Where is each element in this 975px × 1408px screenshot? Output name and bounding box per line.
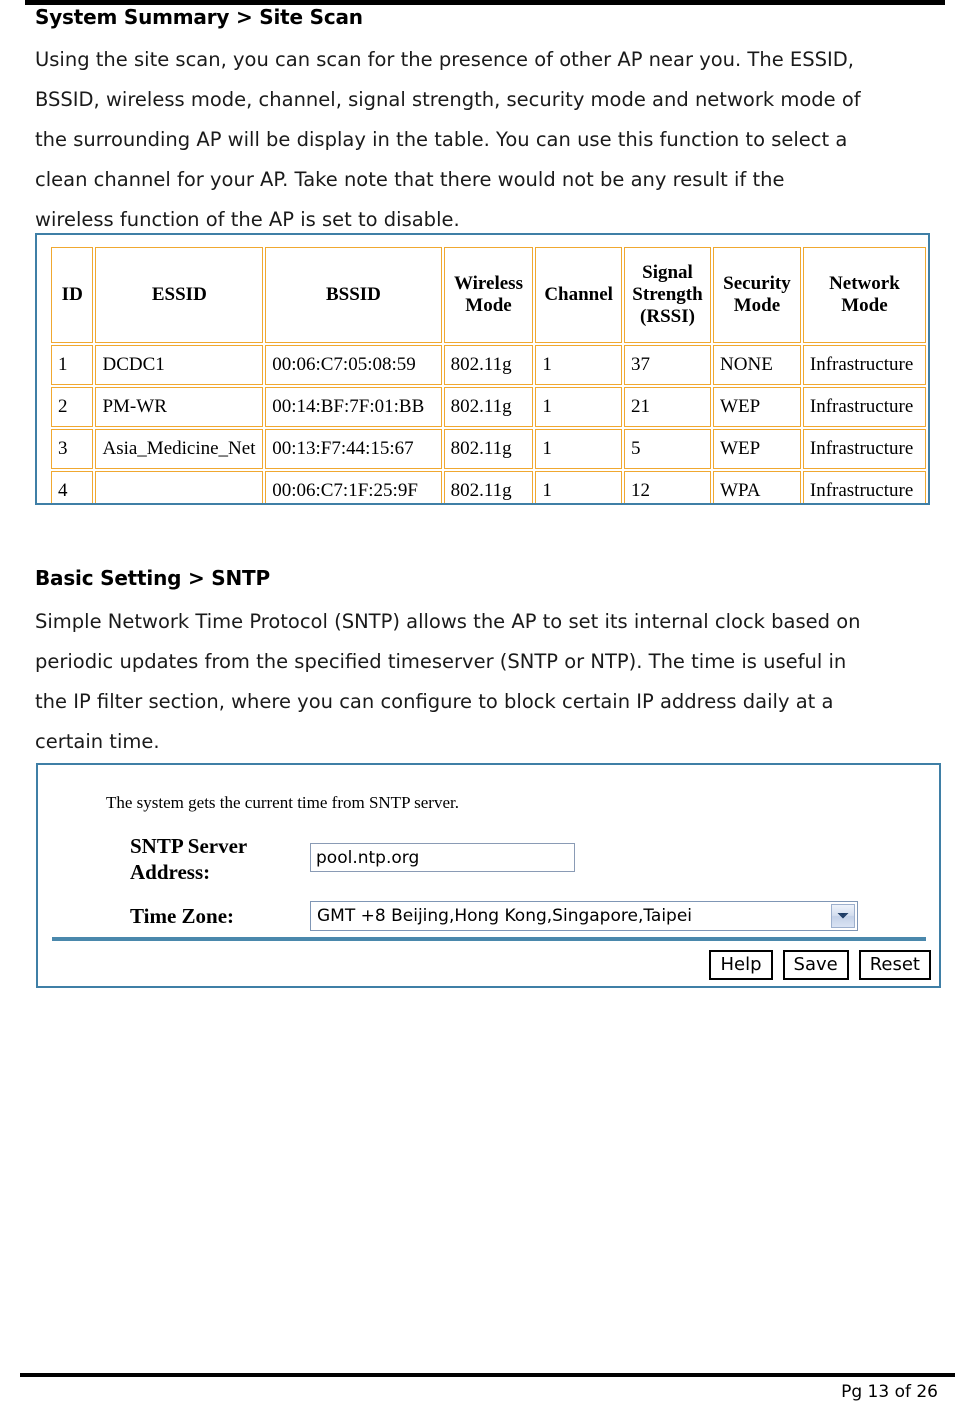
cell-channel: 1: [535, 471, 622, 503]
time-zone-selected-value: GMT +8 Beijing,Hong Kong,Singapore,Taipe…: [317, 906, 693, 926]
header-line: ESSID: [151, 284, 207, 305]
header-line: Mode: [841, 295, 888, 316]
column-header-network-mode: Network Mode: [802, 247, 926, 343]
page-number: Pg 13 of 26: [841, 1382, 938, 1402]
header-line: BSSID: [325, 284, 381, 305]
cell-bssid: 00:06:C7:1F:25:9F: [265, 471, 442, 503]
cell-security-mode: WPA: [713, 471, 801, 503]
time-zone-label: Time Zone:: [130, 904, 235, 928]
paragraph-line: certain time.: [35, 730, 160, 753]
header-line: Mode: [465, 295, 512, 316]
cell-essid: DCDC1: [95, 345, 264, 385]
sntp-note-text: The system gets the current time from SN…: [106, 793, 459, 812]
table-row: 2 PM-WR 00:14:BF:7F:01:BB 802.11g 1 21 W…: [51, 387, 926, 427]
save-button[interactable]: Save: [782, 950, 849, 980]
cell-rssi: 12: [623, 471, 712, 503]
page-title-sntp: Basic Setting > SNTP: [35, 566, 270, 590]
paragraph-site-scan: Using the site scan, you can scan for th…: [35, 40, 938, 240]
footer-rule: [20, 1373, 955, 1377]
sntp-settings-panel: The system gets the current time from SN…: [36, 763, 941, 988]
paragraph-line: periodic updates from the specified time…: [35, 650, 847, 673]
column-header-id: ID: [51, 247, 94, 343]
document-page: System Summary > Site Scan Using the sit…: [0, 0, 975, 1408]
cell-bssid: 00:14:BF:7F:01:BB: [265, 387, 442, 427]
cell-id: 4: [51, 471, 94, 503]
table-row: 1 DCDC1 00:06:C7:05:08:59 802.11g 1 37 N…: [51, 345, 926, 385]
paragraph-sntp: Simple Network Time Protocol (SNTP) allo…: [35, 602, 938, 762]
cell-rssi: 21: [623, 387, 712, 427]
table-header-row: ID ESSID BSSID Wireless Mode Channel Sig…: [51, 247, 926, 343]
cell-network-mode: Infrastructure: [802, 429, 926, 469]
cell-essid: PM-WR: [95, 387, 264, 427]
header-line: Security: [723, 273, 791, 294]
label-line: Address:: [130, 860, 211, 884]
column-header-channel: Channel: [535, 247, 622, 343]
column-header-essid: ESSID: [95, 247, 264, 343]
cell-bssid: 00:13:F7:44:15:67: [265, 429, 442, 469]
cell-wireless-mode: 802.11g: [443, 471, 534, 503]
table-row: 4 00:06:C7:1F:25:9F 802.11g 1 12 WPA Inf…: [51, 471, 926, 503]
reset-button[interactable]: Reset: [858, 950, 931, 980]
paragraph-line: BSSID, wireless mode, channel, signal st…: [35, 88, 861, 111]
cell-essid: Asia_Medicine_Net: [95, 429, 264, 469]
column-header-bssid: BSSID: [265, 247, 442, 343]
cell-network-mode: Infrastructure: [802, 345, 926, 385]
help-button[interactable]: Help: [709, 950, 773, 980]
cell-wireless-mode: 802.11g: [443, 345, 534, 385]
header-line: Network: [829, 273, 900, 294]
panel-separator: [52, 937, 926, 941]
time-zone-select[interactable]: GMT +8 Beijing,Hong Kong,Singapore,Taipe…: [310, 901, 858, 931]
header-line: Wireless: [454, 273, 523, 294]
header-line: (RSSI): [640, 306, 695, 327]
chevron-down-icon[interactable]: [831, 904, 855, 928]
paragraph-line: clean channel for your AP. Take note tha…: [35, 168, 785, 191]
column-header-security-mode: Security Mode: [713, 247, 801, 343]
header-line: Mode: [733, 295, 781, 316]
cell-channel: 1: [535, 429, 622, 469]
site-scan-panel: ID ESSID BSSID Wireless Mode Channel Sig…: [35, 233, 930, 505]
cell-channel: 1: [535, 387, 622, 427]
cell-rssi: 37: [623, 345, 712, 385]
cell-essid: [95, 471, 264, 503]
page-title-site-scan: System Summary > Site Scan: [35, 5, 363, 29]
sntp-server-address-input[interactable]: [310, 843, 575, 872]
cell-rssi: 5: [623, 429, 712, 469]
cell-security-mode: NONE: [713, 345, 801, 385]
paragraph-line: the IP filter section, where you can con…: [35, 690, 834, 713]
cell-wireless-mode: 802.11g: [443, 387, 534, 427]
sntp-server-address-label: SNTP Server Address:: [130, 833, 247, 885]
cell-network-mode: Infrastructure: [802, 471, 926, 503]
cell-security-mode: WEP: [713, 429, 801, 469]
site-scan-table: ID ESSID BSSID Wireless Mode Channel Sig…: [49, 245, 928, 503]
cell-channel: 1: [535, 345, 622, 385]
column-header-signal-strength: Signal Strength (RSSI): [623, 247, 712, 343]
cell-network-mode: Infrastructure: [802, 387, 926, 427]
cell-id: 1: [51, 345, 94, 385]
header-line: Channel: [544, 284, 613, 305]
cell-bssid: 00:06:C7:05:08:59: [265, 345, 442, 385]
column-header-wireless-mode: Wireless Mode: [443, 247, 534, 343]
panel-button-bar: Help Save Reset: [709, 950, 931, 980]
cell-wireless-mode: 802.11g: [443, 429, 534, 469]
paragraph-line: Simple Network Time Protocol (SNTP) allo…: [35, 610, 861, 633]
cell-id: 2: [51, 387, 94, 427]
label-line: SNTP Server: [130, 834, 248, 858]
table-row: 3 Asia_Medicine_Net 00:13:F7:44:15:67 80…: [51, 429, 926, 469]
paragraph-line: Using the site scan, you can scan for th…: [35, 48, 854, 71]
cell-security-mode: WEP: [713, 387, 801, 427]
header-line: Strength: [632, 284, 703, 305]
header-line: ID: [61, 284, 83, 305]
paragraph-line: the surrounding AP will be display in th…: [35, 128, 848, 151]
cell-id: 3: [51, 429, 94, 469]
header-line: Signal: [642, 262, 693, 283]
